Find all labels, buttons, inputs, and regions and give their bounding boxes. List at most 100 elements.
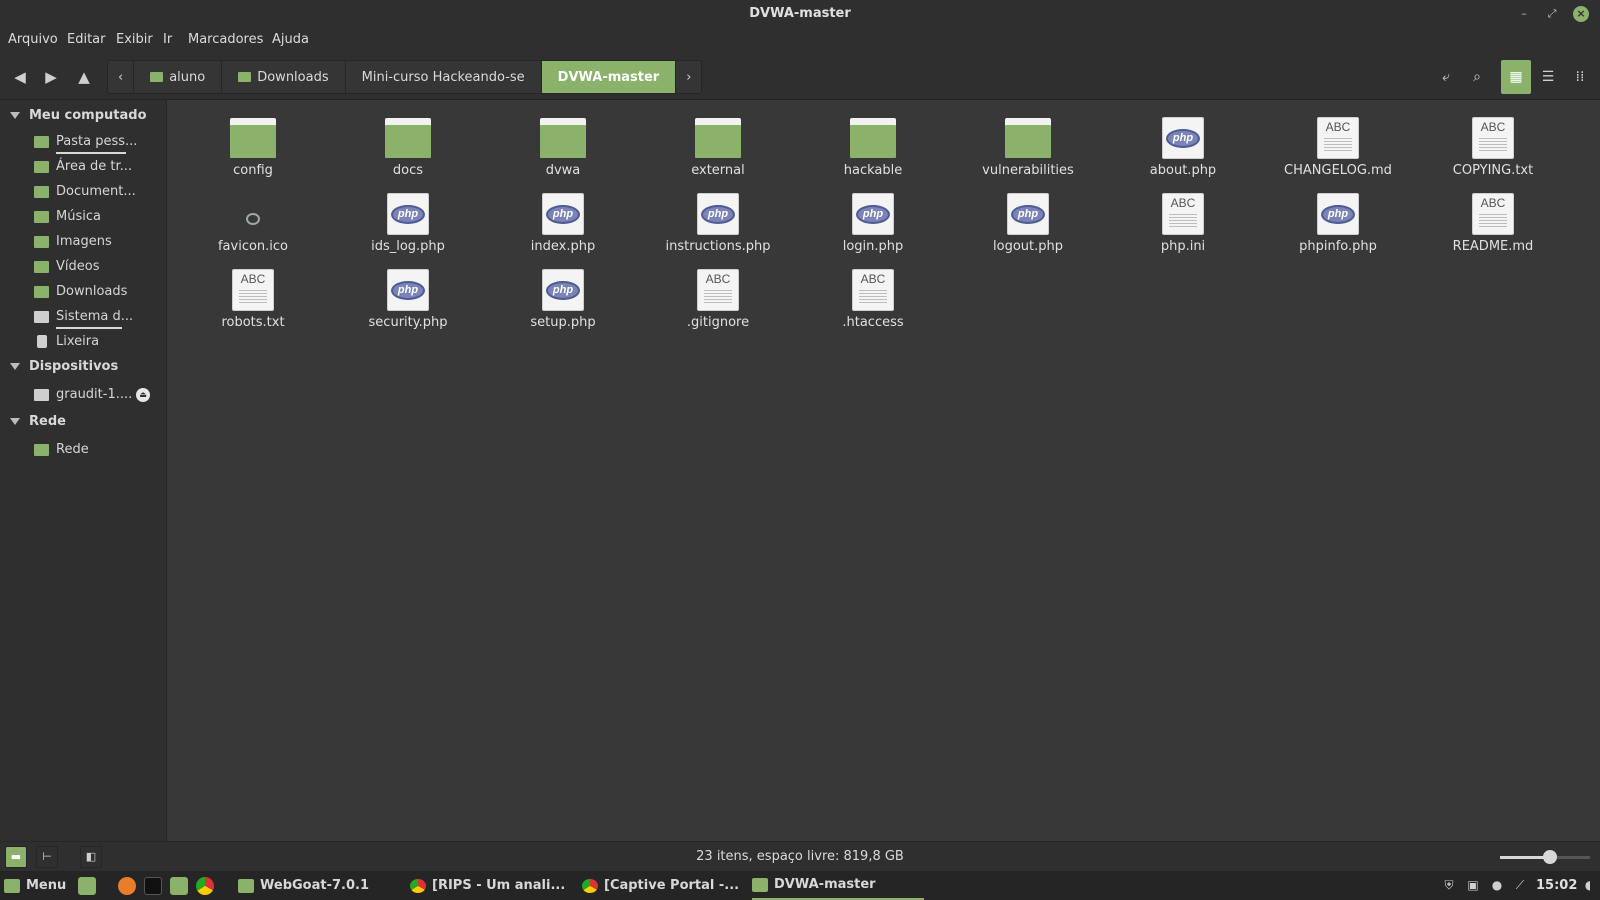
menu-ajuda[interactable]: Ajuda [272,32,309,47]
shield-icon[interactable]: ⛨ [1441,877,1457,893]
taskbar-window-webgoat[interactable]: WebGoat-7.0.1 [238,871,369,900]
text-lines-icon [1324,138,1352,152]
compact-view-icon[interactable]: ⁞⁞ [1565,60,1595,94]
file-item[interactable]: php phpinfo.php [1263,184,1413,256]
clock: 15:02 [1536,878,1578,893]
taskbar-window-captive[interactable]: [Captive Portal -... [582,871,739,900]
restore-icon[interactable]: ⤢ [1544,6,1560,22]
sidebar-item-label: Vídeos [56,259,100,274]
sidebar-item-network[interactable]: Rede [34,442,89,457]
close-icon[interactable]: × [1573,6,1589,22]
back-icon[interactable]: ◀ [9,66,31,88]
forward-icon[interactable]: ▶ [40,66,62,88]
file-item[interactable]: config [178,108,328,180]
search-icon[interactable]: ⌕ [1462,60,1492,94]
section-label: Rede [29,414,66,429]
file-item[interactable]: docs [333,108,483,180]
taskbar-window-rips[interactable]: [RIPS - Um anali... [410,871,565,900]
file-item[interactable]: php login.php [798,184,948,256]
update-manager-icon[interactable]: ▣ [1465,877,1481,893]
breadcrumb-prev-icon[interactable]: ‹ [108,61,135,93]
pictures-folder-icon [34,235,49,248]
file-item[interactable]: php index.php [488,184,638,256]
sidebar-section-network[interactable]: Rede [10,414,66,429]
php-file-icon: php [852,193,894,235]
file-item[interactable]: external [643,108,793,180]
sidebar-item-filesystem[interactable]: Sistema d... [34,309,133,324]
breadcrumb-downloads[interactable]: Downloads [222,61,346,93]
user-icon[interactable]: ● [1489,877,1505,893]
file-item[interactable]: ABC .gitignore [643,260,793,332]
chrome-icon[interactable] [196,877,214,895]
network-icon[interactable]: ⟋ [1512,877,1528,893]
zoom-slider-knob[interactable] [1542,850,1557,864]
window-label: [RIPS - Um anali... [432,878,566,893]
toggle-location-icon[interactable]: ⤶ [1431,60,1461,94]
breadcrumb-dvwa-master[interactable]: DVWA-master [541,61,677,93]
text-file-icon: ABC [1472,117,1514,159]
start-menu-button[interactable]: Menu [4,871,66,900]
file-name: README.md [1452,239,1534,254]
file-item[interactable]: ABC COPYING.txt [1418,108,1568,180]
menu-exibir[interactable]: Exibir [116,32,153,47]
file-item[interactable]: php ids_log.php [333,184,483,256]
sidebar-item-music[interactable]: Música [34,209,101,224]
volume-icon[interactable]: ◖ [1580,877,1596,893]
eject-icon[interactable]: ⏏ [136,388,150,402]
sidebar-section-devices[interactable]: Dispositivos [10,359,118,374]
breadcrumb-aluno[interactable]: aluno [134,61,223,93]
menu-ir[interactable]: Ir [163,32,172,47]
sidebar-item-downloads[interactable]: Downloads [34,284,127,299]
taskbar-window-dvwa[interactable]: DVWA-master [752,871,924,900]
file-item[interactable]: favicon.ico [178,184,328,256]
php-logo-icon: php [1011,205,1045,224]
trash-icon [37,335,47,348]
folder-icon [230,118,276,158]
file-item[interactable]: dvwa [488,108,638,180]
file-item[interactable]: ABC php.ini [1108,184,1258,256]
sidebar-item-graudit[interactable]: graudit-1.... [34,387,132,402]
sidebar-item-videos[interactable]: Vídeos [34,259,99,274]
terminal-icon[interactable] [144,877,162,895]
sidebar-item-home[interactable]: Pasta pess... [34,134,137,149]
file-item[interactable]: ABC README.md [1418,184,1568,256]
menu-marcadores[interactable]: Marcadores [188,32,263,47]
minimize-icon[interactable]: – [1516,6,1532,22]
firefox-icon[interactable] [118,877,136,895]
file-item[interactable]: ABC robots.txt [178,260,328,332]
file-item[interactable]: vulnerabilities [953,108,1103,180]
file-item[interactable]: ABC .htaccess [798,260,948,332]
breadcrumb-mini-curso[interactable]: Mini-curso Hackeando-se [346,61,542,93]
file-item[interactable]: php instructions.php [643,184,793,256]
php-file-icon: php [697,193,739,235]
icon-view-icon[interactable]: ▦ [1501,60,1531,94]
breadcrumb-next-icon[interactable]: › [676,61,701,93]
file-name: dvwa [545,163,581,178]
image-file-icon [246,213,260,225]
file-item[interactable]: ABC CHANGELOG.md [1263,108,1413,180]
php-logo-icon: php [391,205,425,224]
sidebar-item-desktop[interactable]: Área de tr... [34,159,132,174]
sidebar-item-label: Document... [56,184,136,199]
show-desktop-icon[interactable] [78,877,96,895]
list-view-icon[interactable]: ☰ [1533,60,1563,94]
home-folder-icon [34,135,49,148]
files-icon[interactable] [170,877,188,895]
menu-arquivo[interactable]: Arquivo [8,32,58,47]
zoom-slider[interactable] [1500,850,1590,864]
sidebar-item-pictures[interactable]: Imagens [34,234,112,249]
text-lines-icon [704,290,732,304]
file-item[interactable]: php security.php [333,260,483,332]
file-item[interactable]: php logout.php [953,184,1103,256]
file-item[interactable]: php about.php [1108,108,1258,180]
file-name: setup.php [530,315,596,330]
sidebar-item-trash[interactable]: Lixeira [34,334,99,349]
sidebar-section-computer[interactable]: Meu computado [10,108,147,123]
up-icon[interactable]: ▲ [73,66,95,88]
menu-editar[interactable]: Editar [67,32,106,47]
file-item[interactable]: php setup.php [488,260,638,332]
collapse-triangle-icon [10,363,20,370]
sidebar-item-documents[interactable]: Document... [34,184,136,199]
file-name: index.php [530,239,596,254]
file-item[interactable]: hackable [798,108,948,180]
